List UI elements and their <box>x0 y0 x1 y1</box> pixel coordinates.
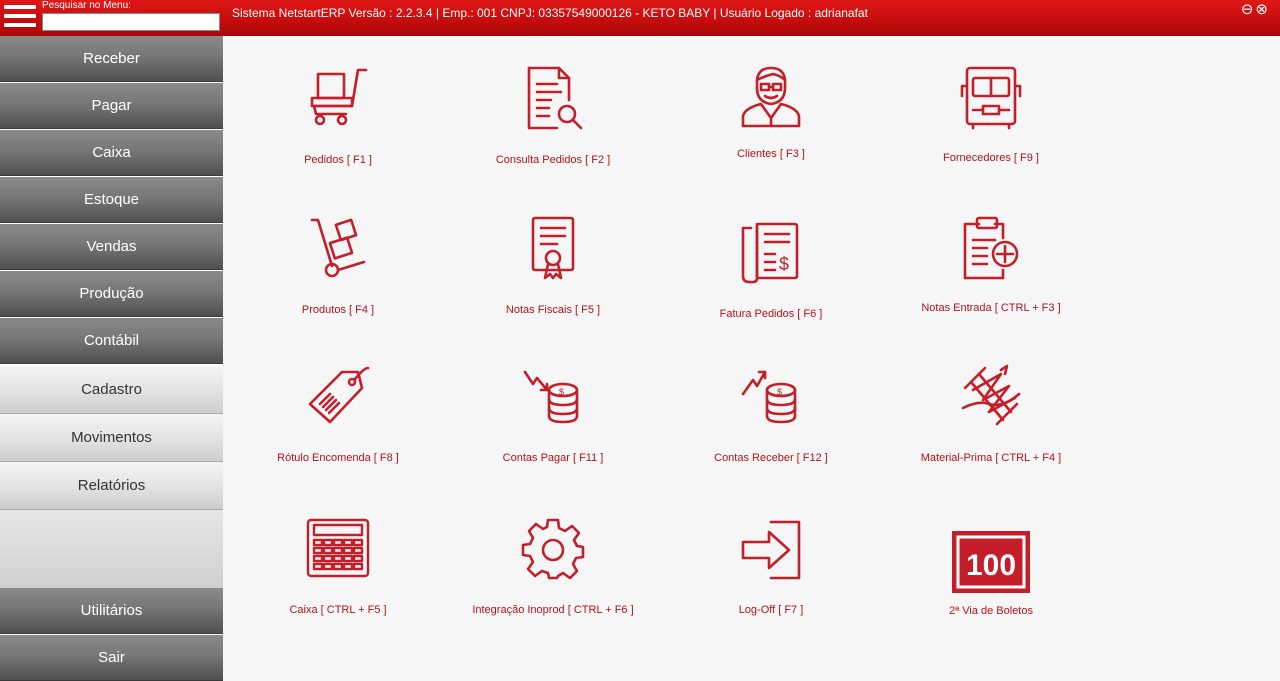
tile-fornecedores[interactable]: Fornecedores [ F9 ] <box>881 66 1101 176</box>
tile-material-prima-label: Material-Prima [ CTRL + F4 ] <box>920 452 1062 464</box>
invoice-icon: $ <box>741 222 799 284</box>
clipboard-add-icon <box>963 216 1019 280</box>
certificate-icon <box>531 216 575 280</box>
tile-contas-pagar-label: Contas Pagar [ F11 ] <box>502 452 604 464</box>
svg-text:$: $ <box>777 387 782 397</box>
tile-consulta-pedidos[interactable]: Consulta Pedidos [ F2 ] <box>443 66 663 176</box>
sidebar-item-pagar[interactable]: Pagar <box>0 83 223 129</box>
sidebar-item-movimentos[interactable]: Movimentos <box>0 414 223 462</box>
tile-clientes[interactable]: Clientes [ F3 ] <box>661 64 881 174</box>
tile-pedidos-label: Pedidos [ F1 ] <box>304 154 372 166</box>
tile-log-off-label: Log-Off [ F7 ] <box>738 604 804 616</box>
tile-produtos[interactable]: Produtos [ F4 ] <box>228 216 448 326</box>
tile-fatura-pedidos-label: Fatura Pedidos [ F6 ] <box>719 308 823 320</box>
boleto-icon: 100 <box>952 531 1030 593</box>
tile-pedidos[interactable]: Pedidos [ F1 ] <box>228 66 448 176</box>
tile-fatura-pedidos[interactable]: $ Fatura Pedidos [ F6 ] <box>661 220 881 330</box>
hamburger-menu-icon[interactable] <box>4 5 36 31</box>
tile-rotulo-encomenda-label: Rótulo Encomenda [ F8 ] <box>277 452 399 464</box>
boleto-icon-text: 100 <box>966 549 1016 582</box>
tile-notas-fiscais[interactable]: Notas Fiscais [ F5 ] <box>443 216 663 326</box>
tile-log-off[interactable]: Log-Off [ F7 ] <box>661 516 881 626</box>
sidebar-spacer <box>0 510 223 588</box>
coins-down-icon: $ <box>523 370 579 424</box>
menu-search-input[interactable] <box>42 13 220 31</box>
sidebar-item-relatorios[interactable]: Relatórios <box>0 462 223 510</box>
svg-text:$: $ <box>779 254 789 274</box>
truck-icon <box>960 66 1022 130</box>
tile-produtos-label: Produtos [ F4 ] <box>301 304 375 316</box>
sidebar-item-producao[interactable]: Produção <box>0 271 223 317</box>
shortcut-panel: Pedidos [ F1 ] Consulta Pedidos [ F2 ] C… <box>223 36 1280 681</box>
tile-integracao-inoprod[interactable]: Integração Inoprod [ CTRL + F6 ] <box>443 516 663 626</box>
tile-clientes-label: Clientes [ F3 ] <box>737 148 805 160</box>
tile-caixa[interactable]: Caixa [ CTRL + F5 ] <box>228 516 448 626</box>
tile-contas-pagar[interactable]: $ Contas Pagar [ F11 ] <box>443 364 663 474</box>
svg-text:$: $ <box>559 387 564 397</box>
sidebar-item-estoque[interactable]: Estoque <box>0 177 223 223</box>
tile-fornecedores-label: Fornecedores [ F9 ] <box>943 152 1039 164</box>
tile-caixa-label: Caixa [ CTRL + F5 ] <box>289 604 387 616</box>
system-info: Sistema NetstartERP Versão : 2.2.3.4 | E… <box>232 6 868 20</box>
hand-truck-icon <box>310 218 366 278</box>
calculator-icon <box>306 518 370 578</box>
sidebar-item-contabil[interactable]: Contábil <box>0 318 223 364</box>
sidebar-item-vendas[interactable]: Vendas <box>0 224 223 270</box>
log-out-icon <box>741 520 801 580</box>
window-controls[interactable]: ⊖⊗ <box>1241 0 1270 18</box>
gear-icon <box>521 518 585 580</box>
tile-integracao-inoprod-label: Integração Inoprod [ CTRL + F6 ] <box>472 604 634 616</box>
price-tag-icon <box>308 366 370 424</box>
tile-notas-entrada-label: Notas Entrada [ CTRL + F3 ] <box>921 302 1061 314</box>
tile-contas-receber[interactable]: $ Contas Receber [ F12 ] <box>661 364 881 474</box>
cart-icon <box>310 68 368 126</box>
sidebar-menu: Receber Pagar Caixa Estoque Vendas Produ… <box>0 36 223 681</box>
tile-contas-receber-label: Contas Receber [ F12 ] <box>714 452 828 464</box>
tile-segunda-via-boletos-label: 2ª Via de Boletos <box>949 605 1033 617</box>
tile-consulta-pedidos-label: Consulta Pedidos [ F2 ] <box>495 154 611 166</box>
tile-notas-entrada[interactable]: Notas Entrada [ CTRL + F3 ] <box>881 216 1101 326</box>
sidebar-item-cadastro[interactable]: Cadastro <box>0 366 223 414</box>
tile-segunda-via-boletos[interactable]: 100 2ª Via de Boletos <box>881 531 1101 641</box>
sidebar-item-receber[interactable]: Receber <box>0 36 223 82</box>
title-bar: Pesquisar no Menu: Sistema NetstartERP V… <box>0 0 1280 36</box>
search-label: Pesquisar no Menu: <box>42 0 131 11</box>
tile-rotulo-encomenda[interactable]: Rótulo Encomenda [ F8 ] <box>228 364 448 474</box>
thread-spool-icon <box>961 364 1021 426</box>
coins-up-icon: $ <box>741 370 797 424</box>
customer-icon <box>741 66 801 128</box>
tile-material-prima[interactable]: Material-Prima [ CTRL + F4 ] <box>881 364 1101 474</box>
sidebar-item-caixa[interactable]: Caixa <box>0 130 223 176</box>
sidebar-item-sair[interactable]: Sair <box>0 635 223 681</box>
document-search-icon <box>527 66 583 130</box>
sidebar-item-utilitarios[interactable]: Utilitários <box>0 588 223 634</box>
tile-notas-fiscais-label: Notas Fiscais [ F5 ] <box>505 304 601 316</box>
